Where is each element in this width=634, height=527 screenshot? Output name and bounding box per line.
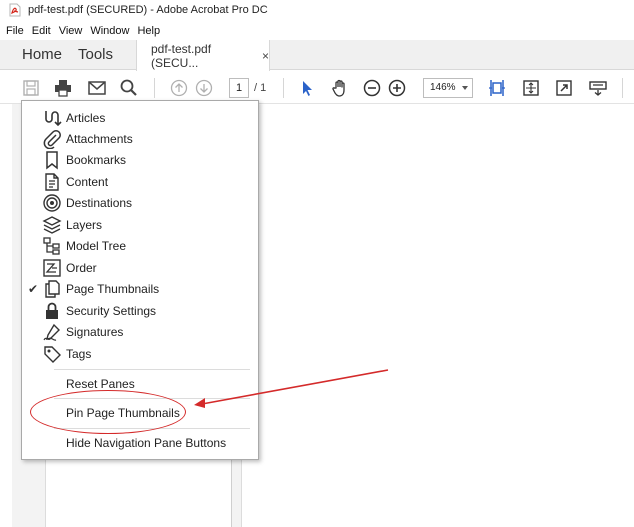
menu-item-label: Destinations xyxy=(66,195,133,210)
menu-item-label: Bookmarks xyxy=(66,152,127,167)
attachments-icon xyxy=(42,129,62,150)
tab-home[interactable]: Home xyxy=(22,40,62,70)
tab-row: Home Tools pdf-test.pdf (SECU... × xyxy=(0,40,634,71)
menu-item-label: Reset Panes xyxy=(66,376,135,391)
articles-icon xyxy=(42,108,62,128)
menu-item-articles[interactable]: Articles xyxy=(22,107,258,128)
read-mode-icon[interactable] xyxy=(587,77,609,99)
menu-item-attachments[interactable]: Attachments xyxy=(22,128,258,150)
print-icon[interactable] xyxy=(52,77,74,99)
menu-item-label: Security Settings xyxy=(66,303,157,318)
page-thumbnails-icon xyxy=(42,279,62,299)
page-number-input[interactable]: 1 xyxy=(229,78,249,98)
menu-item-security-settings[interactable]: Security Settings xyxy=(22,300,258,321)
title-bar: pdf-test.pdf (SECURED) - Adobe Acrobat P… xyxy=(0,0,634,20)
select-tool-icon[interactable] xyxy=(296,77,318,99)
tags-icon xyxy=(42,344,62,364)
annotation-ellipse xyxy=(30,390,186,434)
menu-item-destinations[interactable]: Destinations xyxy=(22,192,258,213)
prev-page-icon[interactable] xyxy=(168,77,190,99)
bookmarks-icon xyxy=(42,150,62,170)
save-icon[interactable] xyxy=(20,77,42,99)
toolbar-separator xyxy=(622,78,623,98)
zoom-level-value: 146% xyxy=(430,82,456,93)
tab-document-label: pdf-test.pdf (SECU... xyxy=(151,41,212,70)
menu-view[interactable]: View xyxy=(59,25,83,37)
window-title: pdf-test.pdf (SECURED) - Adobe Acrobat P… xyxy=(28,4,268,16)
full-screen-icon[interactable] xyxy=(553,77,575,99)
menu-item-label: Hide Navigation Pane Buttons xyxy=(66,435,227,450)
email-icon[interactable] xyxy=(86,77,108,99)
toolbar-separator xyxy=(283,78,284,98)
menu-item-label: Signatures xyxy=(66,324,124,339)
signatures-icon xyxy=(42,322,62,342)
chevron-down-icon xyxy=(462,86,468,90)
menu-edit[interactable]: Edit xyxy=(32,25,51,37)
hand-tool-icon[interactable] xyxy=(329,77,351,99)
next-page-icon[interactable] xyxy=(193,77,215,99)
zoom-out-icon[interactable] xyxy=(361,77,383,99)
menu-file[interactable]: File xyxy=(6,25,24,37)
menu-item-order[interactable]: Order xyxy=(22,257,258,278)
menu-item-label: Tags xyxy=(66,346,92,361)
page-total: / 1 xyxy=(254,82,267,94)
menu-item-label: Content xyxy=(66,174,109,189)
menu-item-label: Page Thumbnails xyxy=(66,281,160,296)
destinations-icon xyxy=(42,193,62,213)
menu-item-label: Layers xyxy=(66,217,103,232)
model-tree-icon xyxy=(42,236,62,256)
menu-window[interactable]: Window xyxy=(90,25,129,37)
content-icon xyxy=(42,172,62,192)
acrobat-app-icon xyxy=(8,3,22,17)
tab-tools[interactable]: Tools xyxy=(78,40,113,70)
lock-icon xyxy=(42,301,62,321)
search-icon[interactable] xyxy=(118,77,140,99)
menu-item-page-thumbnails[interactable]: ✔ Page Thumbnails xyxy=(22,278,258,299)
menu-help[interactable]: Help xyxy=(137,25,160,37)
layers-icon xyxy=(42,215,62,235)
zoom-in-icon[interactable] xyxy=(386,77,408,99)
tab-document[interactable]: pdf-test.pdf (SECU... × xyxy=(136,40,270,71)
menu-item-label: Model Tree xyxy=(66,238,127,253)
menu-item-content[interactable]: Content xyxy=(22,171,258,192)
fit-page-icon[interactable] xyxy=(486,77,508,99)
order-icon xyxy=(42,258,62,278)
toolbar-separator xyxy=(154,78,155,98)
menu-item-signatures[interactable]: Signatures xyxy=(22,321,258,342)
menu-item-layers[interactable]: Layers xyxy=(22,214,258,235)
menu-item-label: Articles xyxy=(66,110,106,125)
checkmark-icon: ✔ xyxy=(28,281,39,296)
menu-item-tags[interactable]: Tags xyxy=(22,343,258,364)
menu-item-hide-navigation-pane-buttons[interactable]: Hide Navigation Pane Buttons xyxy=(22,432,258,453)
scroll-mode-icon[interactable] xyxy=(520,77,542,99)
menu-item-bookmarks[interactable]: Bookmarks xyxy=(22,149,258,170)
close-tab-icon[interactable]: × xyxy=(262,49,269,63)
menu-item-label: Order xyxy=(66,260,97,275)
menu-item-model-tree[interactable]: Model Tree xyxy=(22,235,258,256)
menu-item-label: Attachments xyxy=(66,131,133,146)
annotation-arrow xyxy=(194,369,389,408)
menu-bar: File Edit View Window Help xyxy=(0,22,168,40)
zoom-level-select[interactable]: 146% xyxy=(423,78,473,98)
